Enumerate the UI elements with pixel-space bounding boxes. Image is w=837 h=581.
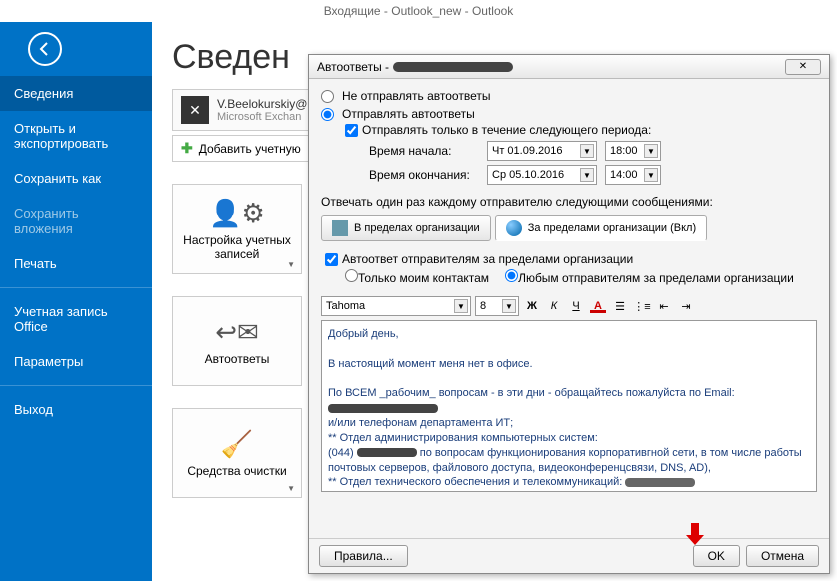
sidebar-item-exit[interactable]: Выход xyxy=(0,392,152,427)
chevron-down-icon: ▼ xyxy=(454,299,468,313)
font-combo[interactable]: Tahoma▼ xyxy=(321,296,471,316)
tile-cleanup[interactable]: 🧹 Средства очистки ▼ xyxy=(172,408,302,498)
redacted xyxy=(328,404,438,413)
radio-on[interactable]: Отправлять автоответы xyxy=(321,107,817,121)
tile-account-settings[interactable]: 👤⚙ Настройка учетных записей ▼ xyxy=(172,184,302,274)
sidebar-item-print[interactable]: Печать xyxy=(0,246,152,281)
redacted xyxy=(393,62,513,72)
bold-button[interactable]: Ж xyxy=(523,297,541,315)
tile-label: Средства очистки xyxy=(187,464,286,478)
radio-off[interactable]: Не отправлять автоответы xyxy=(321,89,817,103)
ok-button[interactable]: OK xyxy=(693,545,740,567)
italic-button[interactable]: К xyxy=(545,297,563,315)
start-date-combo[interactable]: Чт 01.09.2016▼ xyxy=(487,141,597,161)
numbers-button[interactable]: ⋮≡ xyxy=(633,297,651,315)
redacted xyxy=(357,448,417,457)
reply-label: Отвечать один раз каждому отправителю сл… xyxy=(321,195,817,209)
globe-icon xyxy=(506,220,522,236)
start-time-combo[interactable]: 18:00▼ xyxy=(605,141,661,161)
sidebar: Сведения Открыть и экспортировать Сохран… xyxy=(0,22,152,581)
tile-autoreply[interactable]: ↩✉ Автоответы xyxy=(172,296,302,386)
tab-inside-org[interactable]: В пределах организации xyxy=(321,215,491,241)
tile-label: Настройка учетных записей xyxy=(173,233,301,261)
format-toolbar: Tahoma▼ 8▼ Ж К Ч A ☰ ⋮≡ ⇤ ⇥ xyxy=(321,296,817,316)
font-color-button[interactable]: A xyxy=(589,297,607,315)
chevron-down-icon: ▼ xyxy=(580,144,594,158)
sidebar-item-open[interactable]: Открыть и экспортировать xyxy=(0,111,152,161)
chevron-down-icon: ▼ xyxy=(644,168,658,182)
exchange-icon: ✕ xyxy=(181,96,209,124)
end-label: Время окончания: xyxy=(369,168,479,182)
radio-any[interactable]: Любым отправителям за пределами организа… xyxy=(505,269,794,285)
arrow-left-icon xyxy=(37,41,53,57)
end-date-combo[interactable]: Ср 05.10.2016▼ xyxy=(487,165,597,185)
indent-button[interactable]: ⇥ xyxy=(677,297,695,315)
close-button[interactable]: ✕ xyxy=(785,59,821,75)
sidebar-item-params[interactable]: Параметры xyxy=(0,344,152,379)
end-time-combo[interactable]: 14:00▼ xyxy=(605,165,661,185)
account-name: V.Beelokurskiy@ xyxy=(217,97,307,111)
message-editor[interactable]: Добрый день, В настоящий момент меня нет… xyxy=(321,320,817,492)
bullets-button[interactable]: ☰ xyxy=(611,297,629,315)
separator xyxy=(0,385,152,386)
range-checkbox[interactable]: Отправлять только в течение следующего п… xyxy=(345,123,817,137)
redacted xyxy=(625,478,695,487)
underline-button[interactable]: Ч xyxy=(567,297,585,315)
chevron-down-icon: ▼ xyxy=(287,484,295,493)
tab-outside-org[interactable]: За пределами организации (Вкл) xyxy=(495,215,707,241)
chevron-down-icon: ▼ xyxy=(580,168,594,182)
sidebar-item-saveattach[interactable]: Сохранить вложения xyxy=(0,196,152,246)
annotation-arrow-icon xyxy=(686,523,704,545)
tile-label: Автоответы xyxy=(205,352,270,366)
outdent-button[interactable]: ⇤ xyxy=(655,297,673,315)
sidebar-item-saveas[interactable]: Сохранить как xyxy=(0,161,152,196)
rules-button[interactable]: Правила... xyxy=(319,545,408,567)
outside-checkbox[interactable]: Автоответ отправителям за пределами орга… xyxy=(325,252,817,266)
back-button[interactable] xyxy=(28,32,62,66)
autoreply-icon: ↩✉ xyxy=(215,317,259,348)
dialog-title: Автоответы - xyxy=(317,60,389,74)
start-label: Время начала: xyxy=(369,144,479,158)
autoreply-dialog: Автоответы - ✕ Не отправлять автоответы … xyxy=(308,54,830,574)
sidebar-item-office[interactable]: Учетная запись Office xyxy=(0,294,152,344)
broom-icon: 🧹 xyxy=(221,429,253,460)
chevron-down-icon: ▼ xyxy=(287,260,295,269)
dialog-titlebar: Автоответы - ✕ xyxy=(309,55,829,79)
window-title: Входящие - Outlook_new - Outlook xyxy=(0,0,837,22)
separator xyxy=(0,287,152,288)
chevron-down-icon: ▼ xyxy=(502,299,516,313)
chevron-down-icon: ▼ xyxy=(644,144,658,158)
add-account-label: Добавить учетную xyxy=(199,142,301,156)
size-combo[interactable]: 8▼ xyxy=(475,296,519,316)
cancel-button[interactable]: Отмена xyxy=(746,545,819,567)
org-icon xyxy=(332,220,348,236)
plus-icon: ✚ xyxy=(181,140,193,157)
user-gear-icon: 👤⚙ xyxy=(209,198,265,229)
sidebar-item-info[interactable]: Сведения xyxy=(0,76,152,111)
radio-contacts[interactable]: Только моим контактам xyxy=(345,269,489,285)
account-type: Microsoft Exchan xyxy=(217,111,307,123)
